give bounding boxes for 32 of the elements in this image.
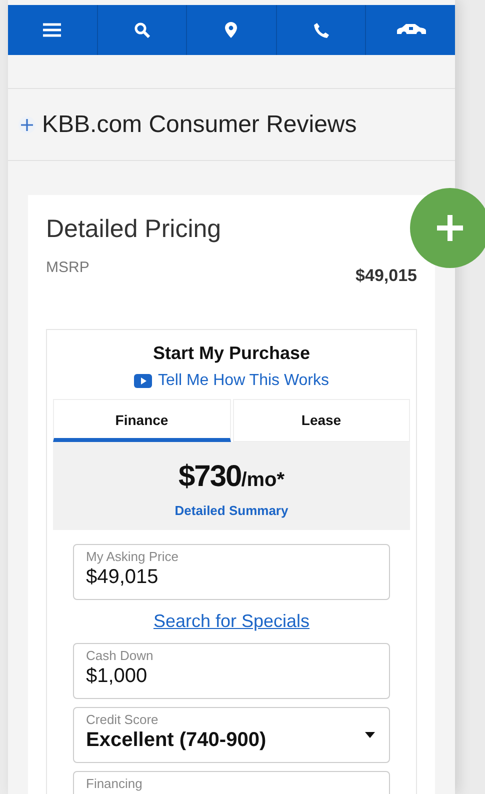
field-value: $1,000 [86,664,148,689]
field-value: $49,015 [86,565,158,590]
plus-icon[interactable] [18,116,36,134]
phone-icon[interactable] [314,22,329,38]
tab[interactable]: Lease [232,398,410,442]
summary-link[interactable]: Detailed Summary [174,500,288,520]
input-field[interactable]: My Asking Price $49,015 [73,544,390,600]
search-icon[interactable] [134,22,150,38]
input-field[interactable]: Cash Down $1,000 [73,643,390,699]
msrp-label: MSRP [46,258,90,278]
section-title: Detailed Pricing [46,214,222,245]
panel-title: Start My Purchase [152,342,312,365]
field-label: Credit Score [86,712,160,727]
msrp-value: $49,015 [356,265,417,287]
payment-unit: /mo* [241,468,285,492]
car-icon[interactable] [394,23,427,37]
field-value: Excellent (740-900) [86,728,266,753]
section-heading[interactable]: KBB.com Consumer Reviews [42,106,357,142]
specials-link[interactable]: Search for Specials [153,608,310,635]
field-label: Financing [86,776,144,791]
plus-icon [435,213,465,243]
tab[interactable]: Finance [53,398,230,442]
menu-icon[interactable] [43,23,62,37]
monthly-payment: $730 [178,458,242,494]
field-label: My Asking Price [86,549,180,564]
dropdown-icon [365,732,375,738]
location-pin-icon[interactable] [225,22,238,38]
video-icon [134,374,152,388]
input-field[interactable]: Financing [73,771,390,794]
select-field[interactable]: Credit Score Excellent (740-900) [73,707,390,763]
field-label: Cash Down [86,648,154,663]
video-link[interactable]: Tell Me How This Works [158,368,329,392]
